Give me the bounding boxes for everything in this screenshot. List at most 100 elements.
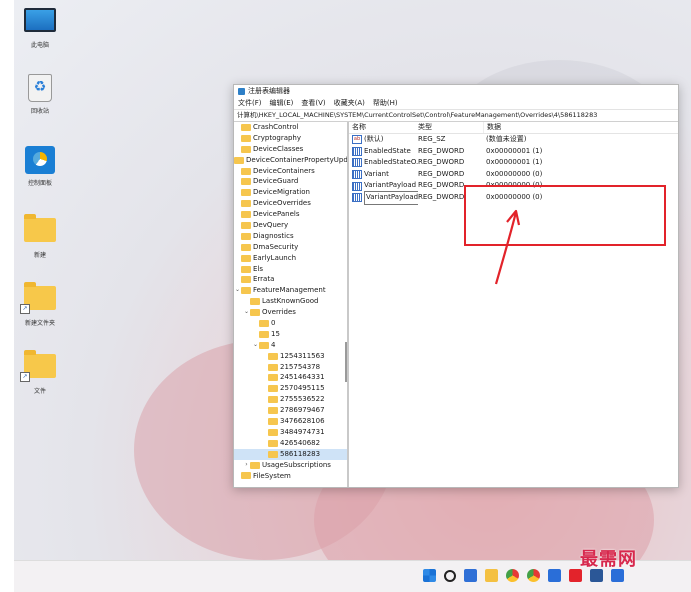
chrome-icon[interactable] [527,569,540,582]
computer-icon [24,8,56,32]
menu-view[interactable]: 查看(V) [300,98,326,109]
tree-node[interactable]: Cryptography [234,133,347,144]
value-type: REG_DWORD [418,169,465,178]
tree-node[interactable]: 586118283 [234,448,347,460]
tree-node[interactable]: Errata [234,274,347,285]
tree-node[interactable]: ⌄ Overrides [234,307,347,318]
value-row[interactable]: ab (默认) REG_SZ (数值未设置) [349,134,678,146]
registry-editor-window[interactable]: 注册表编辑器 文件(F) 编辑(E) 查看(V) 收藏夹(A) 帮助(H) 计算… [233,84,679,488]
folder-icon [241,472,251,480]
tree-node[interactable]: 2755536522 [234,394,347,405]
folder-icon [268,450,278,458]
tree-node[interactable]: DevQuery [234,220,347,231]
value-row[interactable]: EnabledState REG_DWORD 0x00000001 (1) [349,146,678,158]
tree-node[interactable]: DeviceContainerPropertyUpda [234,155,347,166]
tree-node-label: 2786979467 [280,406,325,415]
menu-file[interactable]: 文件(F) [237,98,263,109]
column-header-data[interactable]: 数据 [483,122,607,133]
desktop-icon-label: 此电脑 [30,42,49,49]
desktop-icon-folder-shortcut[interactable]: ↗ 文件 [16,350,64,395]
desktop-icon-folder-shortcut[interactable]: ↗ 新建文件夹 [16,282,64,327]
tree-node[interactable]: 2451464331 [234,372,347,383]
chevron-icon[interactable]: ⌄ [234,285,241,296]
search-icon[interactable] [444,569,456,582]
tree-node-label: Diagnostics [253,231,294,240]
tree-node-label: DeviceGuard [253,177,299,186]
value-name-cell: EnabledStateO... [349,157,418,169]
control-panel-icon [25,146,55,174]
value-type: REG_DWORD [418,158,465,167]
menu-favorites[interactable]: 收藏夹(A) [333,98,366,109]
folder-icon [259,330,269,338]
tree-node[interactable]: 1254311563 [234,351,347,362]
column-header-name[interactable]: 名称 [349,122,418,133]
title-bar[interactable]: 注册表编辑器 [234,85,678,98]
key-tree[interactable]: CrashControl Cryptography DeviceClasses Dev… [234,122,349,487]
binary-value-icon [352,181,362,191]
tree-node[interactable]: EarlyLaunch [234,253,347,264]
tree-node[interactable]: DeviceContainers [234,166,347,177]
folder-icon [241,123,251,131]
tree-node[interactable]: 2786979467 [234,405,347,416]
folder-icon [268,352,278,360]
desktop-icon-recycle-bin[interactable]: ♻ 回收站 [16,74,64,115]
start-icon[interactable] [423,569,436,582]
microsoft-store-icon[interactable] [548,569,561,582]
tree-node[interactable]: DeviceMigration [234,187,347,198]
desktop-icon-folder[interactable]: 新建 [16,214,64,259]
tree-node[interactable]: DeviceOverrides [234,198,347,209]
tree-node[interactable]: › UsageSubscriptions [234,460,347,471]
folder-icon [250,309,260,317]
tree-node[interactable]: Diagnostics [234,231,347,242]
chevron-icon[interactable]: ⌄ [243,307,250,318]
tree-node[interactable]: DevicePanels [234,209,347,220]
tree-node-label: 15 [271,329,280,338]
tree-node-label: 215754378 [280,362,321,371]
tree-node-label: CrashControl [253,123,299,131]
recycle-bin-icon: ♻ [28,74,52,102]
tree-node-label: LastKnownGood [262,297,319,306]
chevron-icon[interactable]: › [243,460,250,471]
tree-node[interactable]: 426540682 [234,438,347,449]
annotation-arrow [494,209,521,285]
tree-node[interactable]: ⌄ 4 [234,340,347,351]
tree-node[interactable]: 215754378 [234,362,347,373]
tree-node[interactable]: 3476628106 [234,416,347,427]
value-data: 0x00000001 (1) [486,146,543,155]
tree-node-label: 426540682 [280,438,321,447]
tree-node[interactable]: CrashControl [234,122,347,133]
tree-node[interactable]: FileSystem [234,471,347,482]
tree-node[interactable]: LastKnownGood [234,296,347,307]
tree-node-label: DmaSecurity [253,242,299,251]
value-list[interactable]: 名称 类型 数据 ab (默认) REG_SZ (数值未设置) EnabledState… [349,122,678,487]
tree-node[interactable]: ⌄ FeatureManagement [234,285,347,296]
chrome-icon[interactable] [506,569,519,582]
tree-node[interactable]: 15 [234,329,347,340]
tree-node[interactable]: Els [234,264,347,275]
tree-node[interactable]: 2570495115 [234,383,347,394]
tree-node[interactable]: 0 [234,318,347,329]
tree-node-label: DeviceContainerPropertyUpda [246,155,349,164]
tree-node[interactable]: DmaSecurity [234,242,347,253]
value-name-cell: ab (默认) [349,134,418,146]
tree-node-label: DeviceClasses [253,144,304,153]
file-explorer-icon[interactable] [485,569,498,582]
value-row[interactable]: Variant REG_DWORD 0x00000000 (0) [349,169,678,181]
menu-help[interactable]: 帮助(H) [372,98,399,109]
desktop-icon-control-panel[interactable]: 控制面板 [16,146,64,187]
column-header-type[interactable]: 类型 [418,122,483,133]
task-view-icon[interactable] [464,569,477,582]
tree-node[interactable]: DeviceClasses [234,144,347,155]
value-row[interactable]: EnabledStateO... REG_DWORD 0x00000001 (1) [349,157,678,169]
menu-edit[interactable]: 编辑(E) [269,98,295,109]
value-name-cell: Variant [349,169,418,181]
tree-node[interactable]: 3484974731 [234,427,347,438]
tree-node-label: 3476628106 [280,417,325,426]
desktop-icon-computer[interactable]: 此电脑 [16,8,64,49]
chevron-icon[interactable]: ⌄ [252,340,259,351]
address-bar[interactable]: 计算机\HKEY_LOCAL_MACHINE\SYSTEM\CurrentCon… [234,109,678,122]
tree-node[interactable]: DeviceGuard [234,176,347,187]
tree-node-label: DeviceMigration [253,188,310,197]
folder-icon [24,214,56,242]
tree-scrollbar[interactable] [345,342,347,382]
